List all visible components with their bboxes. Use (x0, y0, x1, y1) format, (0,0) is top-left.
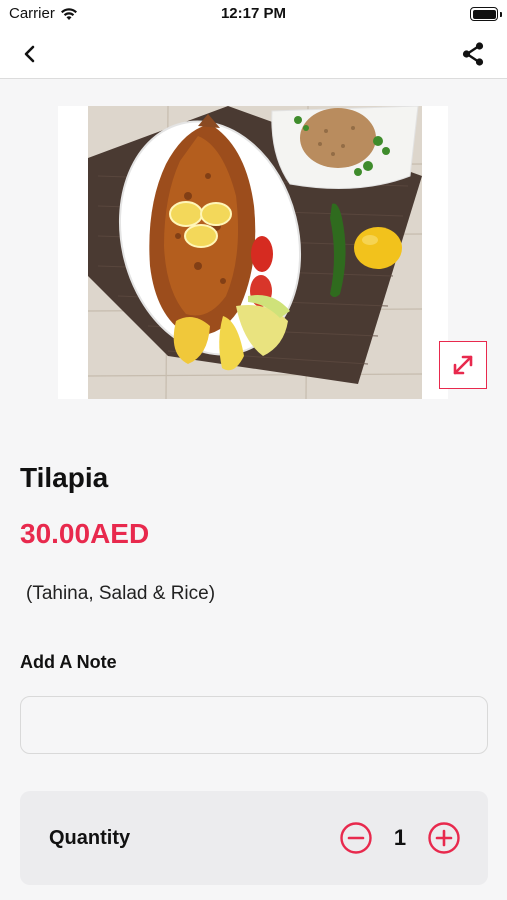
expand-image-button[interactable] (439, 341, 487, 389)
expand-icon (453, 355, 473, 375)
quantity-card: Quantity 1 (20, 791, 488, 885)
item-price: 30.00AED (20, 518, 150, 549)
quantity-increment-button[interactable] (428, 822, 460, 854)
quantity-label: Quantity (49, 827, 131, 849)
item-description: (Tahina, Salad & Rice) (26, 583, 216, 604)
back-button[interactable] (14, 38, 46, 70)
nav-bar (0, 28, 507, 79)
share-icon (462, 42, 484, 66)
note-input[interactable] (20, 696, 488, 754)
item-title: Tilapia (20, 462, 109, 493)
note-label: Add A Note (20, 652, 117, 672)
status-bar: Carrier 12:17 PM (0, 0, 507, 28)
battery-cap (500, 12, 502, 17)
minus-circle-icon (340, 822, 372, 854)
share-button[interactable] (457, 38, 489, 70)
product-image[interactable] (58, 105, 448, 400)
food-photo (87, 105, 423, 400)
chevron-left-icon (24, 45, 35, 63)
battery-icon (470, 7, 498, 21)
quantity-value: 1 (393, 825, 407, 850)
plus-circle-icon (428, 822, 460, 854)
status-time: 12:17 PM (220, 5, 287, 22)
quantity-decrement-button[interactable] (340, 822, 372, 854)
